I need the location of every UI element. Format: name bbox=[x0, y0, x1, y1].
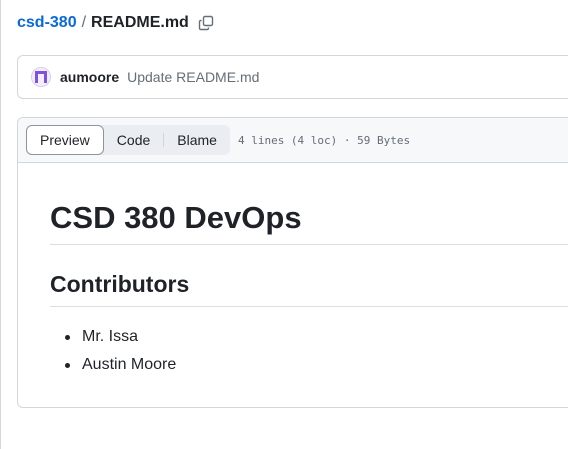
view-mode-switcher: Preview Code Blame bbox=[26, 125, 230, 155]
bullet bbox=[65, 335, 70, 340]
tab-blame[interactable]: Blame bbox=[164, 125, 230, 155]
file-header: Preview Code Blame 4 lines (4 loc) · 59 … bbox=[18, 118, 568, 163]
tab-preview[interactable]: Preview bbox=[26, 125, 104, 155]
bullet bbox=[65, 363, 70, 368]
heading-2-underline bbox=[50, 306, 568, 307]
contributors-list: Mr. Issa Austin Moore bbox=[50, 323, 176, 379]
breadcrumb: csd-380 / README.md bbox=[17, 12, 215, 34]
readme-heading-1: CSD 380 DevOps bbox=[50, 200, 302, 235]
file-viewer: Preview Code Blame 4 lines (4 loc) · 59 … bbox=[17, 117, 568, 408]
heading-1-underline bbox=[50, 244, 568, 245]
readme-heading-2: Contributors bbox=[50, 271, 190, 297]
tab-code[interactable]: Code bbox=[104, 125, 163, 155]
breadcrumb-separator: / bbox=[81, 14, 87, 31]
list-item: Mr. Issa bbox=[50, 323, 176, 351]
author-avatar[interactable] bbox=[31, 67, 51, 87]
latest-commit-box: aumoore Update README.md bbox=[17, 55, 568, 99]
commit-author-link[interactable]: aumoore bbox=[60, 69, 119, 85]
list-item-text: Austin Moore bbox=[82, 356, 177, 373]
breadcrumb-repo-link[interactable]: csd-380 bbox=[17, 14, 77, 32]
breadcrumb-file-name: README.md bbox=[91, 14, 189, 31]
copy-icon bbox=[198, 15, 214, 31]
list-item: Austin Moore bbox=[50, 351, 176, 379]
left-divider bbox=[0, 0, 1, 449]
page: csd-380 / README.md aumoore Update READM… bbox=[0, 0, 568, 449]
file-info: 4 lines (4 loc) · 59 Bytes bbox=[237, 133, 411, 147]
commit-message-link[interactable]: Update README.md bbox=[127, 69, 259, 85]
identicon-avatar-icon bbox=[35, 71, 47, 83]
list-item-text: Mr. Issa bbox=[82, 328, 139, 345]
copy-path-button[interactable] bbox=[197, 14, 215, 32]
